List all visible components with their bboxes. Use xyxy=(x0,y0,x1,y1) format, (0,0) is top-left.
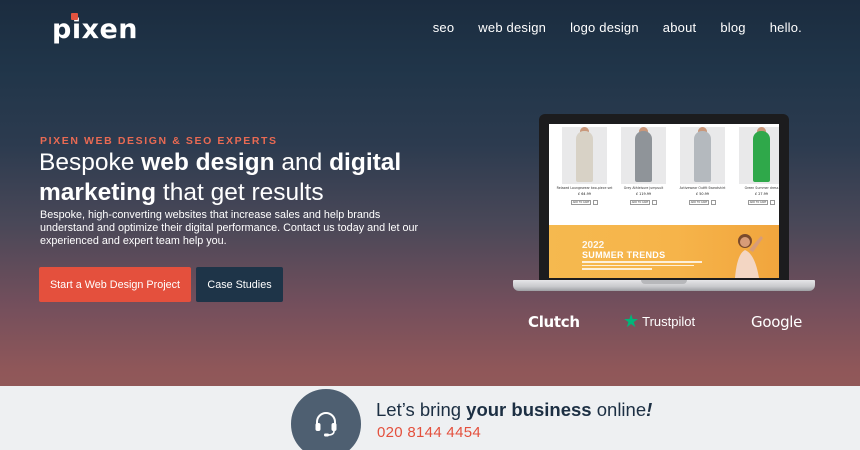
logo-text: pixen xyxy=(52,14,139,45)
product-card: Grey Athleisure jumpsuit £ 119.99 ADD TO… xyxy=(621,127,666,224)
headline-part-3: that get results xyxy=(156,179,324,206)
laptop-notch xyxy=(641,280,687,284)
cta-part-1: Let’s bring xyxy=(376,399,467,420)
laptop-screen: Relaxed Loungewear two-piece set £ 64.99… xyxy=(549,124,779,278)
favorite-icon xyxy=(652,200,657,205)
product-card: Green Summer dress £ 27.99 ADD TO CART xyxy=(739,127,779,224)
start-project-button[interactable]: Start a Web Design Project xyxy=(39,267,191,302)
summer-trends-banner: 2022 SUMMER TRENDS xyxy=(549,225,779,278)
cta-part-2: online xyxy=(591,399,647,420)
top-navigation: pixen seo web design logo design about b… xyxy=(0,0,860,60)
nav-item-seo[interactable]: seo xyxy=(433,20,455,35)
headline-part-2: and xyxy=(274,149,330,176)
nav-item-about[interactable]: about xyxy=(663,20,697,35)
nav-links: seo web design logo design about blog he… xyxy=(433,20,802,35)
hero-eyebrow: PIXEN WEB DESIGN & SEO EXPERTS xyxy=(40,135,278,147)
product-grid: Relaxed Loungewear two-piece set £ 64.99… xyxy=(549,124,779,224)
headset-icon xyxy=(315,412,337,437)
headline-bold-1: web design xyxy=(141,149,275,176)
product-card: Relaxed Loungewear two-piece set £ 64.99… xyxy=(557,127,612,224)
trustpilot-logo: ★ Trustpilot xyxy=(623,311,696,331)
product-image xyxy=(621,127,666,184)
add-to-cart-button: ADD TO CART xyxy=(748,200,768,205)
product-price: £ 64.99 xyxy=(578,192,591,196)
favorite-icon xyxy=(711,200,716,205)
model-figure xyxy=(635,131,652,182)
cta-bold: your business xyxy=(466,399,592,420)
trustpilot-star-icon: ★ xyxy=(623,311,640,331)
model-figure xyxy=(694,131,711,182)
product-price: £ 50.99 xyxy=(696,192,709,196)
product-name: Activewear Outfit Sweatshirt xyxy=(679,186,726,190)
cta-exclaim: ! xyxy=(646,399,653,420)
product-actions: ADD TO CART xyxy=(571,200,598,205)
favorite-icon xyxy=(593,200,598,205)
banner-model-image xyxy=(735,234,763,278)
product-image xyxy=(739,127,779,184)
model-figure xyxy=(576,131,593,182)
nav-item-logo-design[interactable]: logo design xyxy=(570,20,639,35)
trustpilot-label: Trustpilot xyxy=(642,313,696,329)
add-to-cart-button: ADD TO CART xyxy=(571,200,591,205)
product-image xyxy=(562,127,607,184)
google-logo: Google xyxy=(751,313,803,331)
pixen-logo[interactable]: pixen xyxy=(52,13,139,45)
product-card: Activewear Outfit Sweatshirt £ 50.99 ADD… xyxy=(680,127,725,224)
model-figure xyxy=(753,131,770,182)
nav-item-hello[interactable]: hello. xyxy=(770,20,802,35)
product-name: Grey Athleisure jumpsuit xyxy=(623,186,664,190)
cta-headline: Let’s bring your business online! xyxy=(376,399,652,421)
product-actions: ADD TO CART xyxy=(689,200,716,205)
laptop-mockup: Relaxed Loungewear two-piece set £ 64.99… xyxy=(513,114,815,294)
banner-title: SUMMER TRENDS xyxy=(582,250,666,260)
headline-part-1: Bespoke xyxy=(39,149,142,176)
add-to-cart-button: ADD TO CART xyxy=(630,200,650,205)
product-image xyxy=(680,127,725,184)
add-to-cart-button: ADD TO CART xyxy=(689,200,709,205)
product-actions: ADD TO CART xyxy=(748,200,775,205)
banner-body-text xyxy=(582,261,702,272)
nav-item-blog[interactable]: blog xyxy=(720,20,745,35)
product-name: Relaxed Loungewear two-piece set xyxy=(556,186,613,190)
hero-headline: Bespoke web design and digital marketing… xyxy=(39,148,459,208)
product-price: £ 119.99 xyxy=(635,192,652,196)
phone-number-link[interactable]: 020 8144 4454 xyxy=(377,424,481,441)
product-actions: ADD TO CART xyxy=(630,200,657,205)
clutch-logo: Clutch xyxy=(528,313,580,331)
favorite-icon xyxy=(770,200,775,205)
nav-item-web-design[interactable]: web design xyxy=(478,20,546,35)
product-price: £ 27.99 xyxy=(755,192,768,196)
product-name: Green Summer dress xyxy=(744,186,779,190)
case-studies-button[interactable]: Case Studies xyxy=(196,267,283,302)
hero-subtext: Bespoke, high-converting websites that i… xyxy=(40,209,419,247)
logo-accent-mark xyxy=(71,13,78,20)
